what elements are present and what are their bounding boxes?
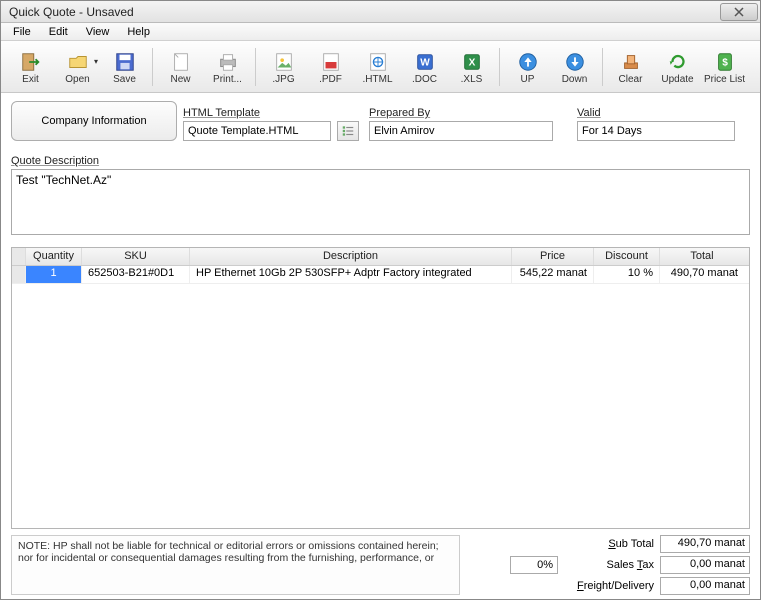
content: Company Information HTML Template Prepar…: [1, 93, 760, 599]
up-icon: [517, 51, 539, 73]
prepared-by-input[interactable]: [369, 121, 553, 141]
doc-icon: W: [414, 51, 436, 73]
menu-file[interactable]: File: [5, 25, 39, 39]
toolbar: Exit ▾Open Save New Print... .JPG .PDF .…: [1, 41, 760, 93]
html-icon: [367, 51, 389, 73]
dropdown-icon: ▾: [94, 57, 98, 66]
separator: [499, 48, 500, 86]
exit-button[interactable]: Exit: [7, 44, 54, 90]
tax-percent-input[interactable]: [510, 556, 558, 574]
xls-icon: X: [461, 51, 483, 73]
quote-description-textarea[interactable]: Test "TechNet.Az": [11, 169, 750, 235]
separator: [602, 48, 603, 86]
disclaimer-note: NOTE: HP shall not be liable for technic…: [11, 535, 460, 595]
svg-text:X: X: [468, 57, 475, 68]
html-template-input[interactable]: [183, 121, 331, 141]
col-sku[interactable]: SKU: [82, 248, 190, 265]
window-title: Quick Quote - Unsaved: [9, 5, 720, 19]
menu-help[interactable]: Help: [119, 25, 158, 39]
valid-input[interactable]: [577, 121, 735, 141]
company-information-button[interactable]: Company Information: [11, 101, 177, 141]
titlebar: Quick Quote - Unsaved: [1, 1, 760, 23]
save-icon: [114, 51, 136, 73]
save-button[interactable]: Save: [101, 44, 148, 90]
salestax-label: Sales Tax: [564, 559, 654, 571]
separator: [152, 48, 153, 86]
down-button[interactable]: Down: [551, 44, 598, 90]
totals-panel: SSub Totalub Total 490,70 manat Sales Ta…: [470, 535, 750, 595]
grid-header: Quantity SKU Description Price Discount …: [12, 248, 749, 266]
exit-icon: [20, 51, 42, 73]
valid-label: Valid: [577, 107, 735, 119]
down-icon: [564, 51, 586, 73]
svg-text:W: W: [420, 57, 430, 68]
cell-desc[interactable]: HP Ethernet 10Gb 2P 530SFP+ Adptr Factor…: [190, 266, 512, 283]
cell-disc[interactable]: 10 %: [594, 266, 660, 283]
freight-value: 0,00 manat: [660, 577, 750, 595]
subtotal-label: SSub Totalub Total: [564, 538, 654, 550]
menu-view[interactable]: View: [78, 25, 118, 39]
col-quantity[interactable]: Quantity: [26, 248, 82, 265]
col-total[interactable]: Total: [660, 248, 744, 265]
print-icon: [217, 51, 239, 73]
pricelist-button[interactable]: $Price List: [701, 44, 748, 90]
separator: [255, 48, 256, 86]
update-icon: [667, 51, 689, 73]
col-description[interactable]: Description: [190, 248, 512, 265]
close-button[interactable]: [720, 3, 758, 21]
pdf-button[interactable]: .PDF: [307, 44, 354, 90]
xls-button[interactable]: X.XLS: [448, 44, 495, 90]
update-button[interactable]: Update: [654, 44, 701, 90]
prepared-by-label: Prepared By: [369, 107, 553, 119]
clear-button[interactable]: Clear: [607, 44, 654, 90]
print-button[interactable]: Print...: [204, 44, 251, 90]
line-items-grid: Quantity SKU Description Price Discount …: [11, 247, 750, 529]
salestax-value: 0,00 manat: [660, 556, 750, 574]
template-browse-button[interactable]: [337, 121, 359, 141]
doc-button[interactable]: W.DOC: [401, 44, 448, 90]
pdf-icon: [320, 51, 342, 73]
new-button[interactable]: New: [157, 44, 204, 90]
svg-text:$: $: [722, 57, 728, 68]
table-row[interactable]: 1 652503-B21#0D1 HP Ethernet 10Gb 2P 530…: [12, 266, 749, 284]
cell-qty[interactable]: 1: [26, 266, 82, 283]
menu-edit[interactable]: Edit: [41, 25, 76, 39]
cell-price[interactable]: 545,22 manat: [512, 266, 594, 283]
pricelist-icon: $: [714, 51, 736, 73]
open-button[interactable]: ▾Open: [54, 44, 101, 90]
col-price[interactable]: Price: [512, 248, 594, 265]
html-button[interactable]: .HTML: [354, 44, 401, 90]
freight-label: Freight/Delivery: [564, 580, 654, 592]
clear-icon: [620, 51, 642, 73]
app-window: Quick Quote - Unsaved File Edit View Hel…: [0, 0, 761, 600]
close-icon: [733, 7, 745, 17]
cell-total[interactable]: 490,70 manat: [660, 266, 744, 283]
quote-description-label: Quote Description: [11, 155, 750, 167]
up-button[interactable]: UP: [504, 44, 551, 90]
jpg-icon: [273, 51, 295, 73]
html-template-label: HTML Template: [183, 107, 331, 119]
open-icon: [67, 51, 89, 73]
cell-sku[interactable]: 652503-B21#0D1: [82, 266, 190, 283]
subtotal-value: 490,70 manat: [660, 535, 750, 553]
menubar: File Edit View Help: [1, 23, 760, 41]
list-icon: [341, 124, 355, 138]
new-icon: [170, 51, 192, 73]
col-discount[interactable]: Discount: [594, 248, 660, 265]
jpg-button[interactable]: .JPG: [260, 44, 307, 90]
